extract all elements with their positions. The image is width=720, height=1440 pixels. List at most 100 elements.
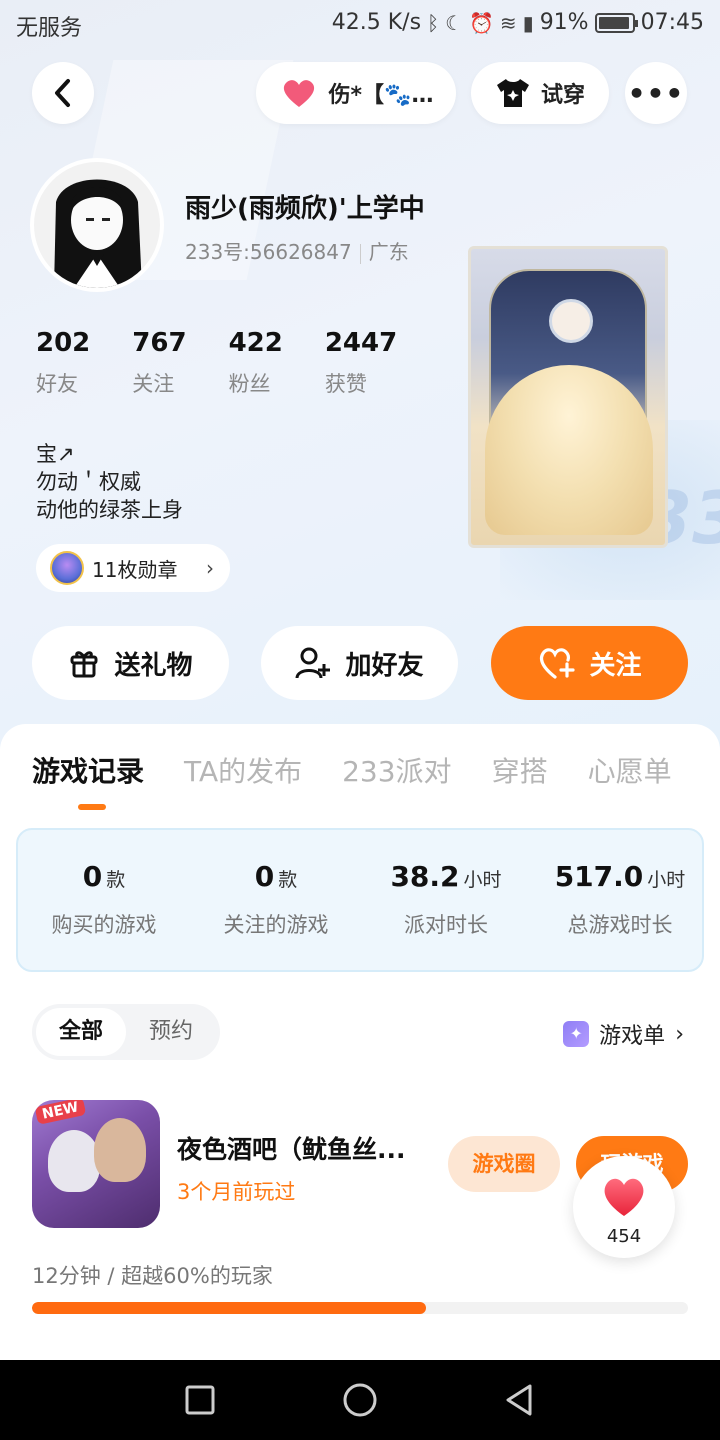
- heart-icon: [283, 80, 314, 107]
- add-friend-button[interactable]: 加好友: [261, 626, 458, 700]
- stat-value: 0: [82, 860, 103, 893]
- stat-purchased-games: 0款 购买的游戏: [40, 860, 168, 939]
- clock: 07:45: [640, 10, 704, 35]
- profile-tabs: 游戏记录 TA的发布 233派对 穿搭 心愿单: [32, 750, 672, 790]
- avatar[interactable]: [30, 158, 164, 292]
- last-played: 3个月前玩过: [177, 1180, 296, 1204]
- stat-following[interactable]: 767 关注: [132, 328, 186, 398]
- stat-fans[interactable]: 422 粉丝: [229, 328, 283, 398]
- network-speed: 42.5 K/s: [331, 10, 422, 35]
- like-button[interactable]: 454: [573, 1156, 675, 1258]
- stat-label: 获赞: [324, 372, 367, 396]
- chevron-right-icon: ›: [675, 1021, 684, 1047]
- battery-icon: [594, 12, 638, 33]
- back-button[interactable]: [32, 62, 94, 124]
- filter-reserve[interactable]: 预约: [126, 1008, 216, 1056]
- game-stats-box: 0款 购买的游戏 0款 关注的游戏 38.2 小时 派对时长 517.0 小时 总游…: [16, 828, 704, 972]
- more-dots-icon: •••: [627, 76, 685, 110]
- like-count: 454: [606, 1226, 642, 1247]
- playtime-text: 12分钟 / 超越60%的玩家: [32, 1264, 273, 1288]
- game-list-link[interactable]: ✦ 游戏单 ›: [563, 1018, 684, 1050]
- playtime-progress: [32, 1302, 688, 1314]
- send-gift-button[interactable]: 送礼物: [32, 626, 229, 700]
- badges-label: 11枚勋章: [92, 557, 178, 582]
- back-nav-icon[interactable]: [500, 1380, 540, 1420]
- stat-number: 767: [132, 328, 187, 358]
- follow-label: 关注: [589, 650, 642, 681]
- home-icon[interactable]: [340, 1380, 380, 1420]
- stat-party-hours: 38.2 小时 派对时长: [382, 860, 510, 939]
- stat-unit: 小时: [463, 869, 502, 891]
- stat-value: 38.2: [390, 860, 460, 893]
- try-on-button[interactable]: 试穿: [471, 62, 609, 124]
- system-nav-bar: [0, 1360, 720, 1440]
- stat-followed-games: 0款 关注的游戏: [212, 860, 340, 939]
- game-filter: 全部 预约: [32, 1004, 220, 1060]
- carrier-text: 无服务: [16, 16, 83, 41]
- game-list-label: 游戏单: [599, 1024, 666, 1049]
- stat-number: 2447: [324, 328, 398, 358]
- stat-label: 购买的游戏: [51, 913, 157, 937]
- progress-fill: [32, 1302, 426, 1314]
- recents-icon[interactable]: [180, 1380, 220, 1420]
- stat-label: 粉丝: [228, 372, 271, 396]
- filter-all[interactable]: 全部: [36, 1008, 126, 1056]
- tab-party[interactable]: 233派对: [342, 750, 451, 790]
- stat-total-hours: 517.0 小时 总游戏时长: [546, 860, 694, 939]
- content-panel: 游戏记录 TA的发布 233派对 穿搭 心愿单 0款 购买的游戏 0款 关注的游…: [0, 724, 720, 1360]
- bio-line: 勿动＇权威: [36, 470, 141, 494]
- tab-indicator: [78, 804, 106, 810]
- medal-icon: [50, 551, 84, 585]
- wifi-icon: ≋: [499, 10, 517, 35]
- add-friend-label: 加好友: [345, 650, 424, 681]
- game-title: 夜色酒吧（鱿鱼丝...: [177, 1135, 406, 1164]
- try-on-label: 试穿: [540, 83, 585, 108]
- stat-label: 总游戏时长: [567, 913, 673, 937]
- stat-number: 422: [228, 328, 283, 358]
- tshirt-icon: [496, 79, 529, 107]
- stat-label: 好友: [36, 372, 78, 396]
- user-id: 233号:56626847: [185, 240, 352, 264]
- avatar-image: [34, 162, 160, 288]
- stat-unit: 小时: [647, 869, 686, 891]
- tab-posts[interactable]: TA的发布: [184, 750, 302, 790]
- stat-likes[interactable]: 2447 获赞: [325, 328, 397, 398]
- follow-button[interactable]: 关注: [491, 626, 688, 700]
- badges-button[interactable]: 11枚勋章 ›: [36, 544, 230, 592]
- bluetooth-icon: ᛒ: [427, 10, 440, 35]
- heart-plus-icon: [540, 648, 576, 679]
- stat-unit: 款: [278, 869, 298, 891]
- stat-value: 0: [254, 860, 275, 893]
- status-bar: 无服务 42.5 K/s ᛒ ☾ ⏰ ≋ ▮ 91% 07:45: [0, 0, 720, 50]
- moon-icon: ☾: [445, 10, 463, 35]
- game-circle-button[interactable]: 游戏圈: [448, 1136, 560, 1192]
- user-id-location: 233号:56626847 广东: [185, 236, 409, 265]
- stat-label: 派对时长: [404, 913, 488, 937]
- avatar-outfit-figure[interactable]: [468, 246, 668, 548]
- signal-icon: ▮: [522, 10, 534, 35]
- relationship-pill[interactable]: 伤*【🐾…: [256, 62, 456, 124]
- chevron-left-icon: [55, 79, 70, 107]
- heart-icon: [604, 1178, 644, 1216]
- new-badge: NEW: [34, 1100, 87, 1125]
- stat-label: 关注的游戏: [223, 913, 329, 937]
- gift-icon: [70, 651, 98, 678]
- tab-wishlist[interactable]: 心愿单: [588, 750, 672, 790]
- stat-friends[interactable]: 202 好友: [36, 328, 90, 398]
- stat-label: 关注: [132, 372, 175, 396]
- more-button[interactable]: •••: [625, 62, 687, 124]
- game-icon[interactable]: NEW: [32, 1100, 160, 1228]
- tab-outfits[interactable]: 穿搭: [492, 750, 548, 790]
- stat-number: 202: [36, 328, 91, 358]
- stat-value: 517.0: [554, 860, 644, 893]
- profile-stats: 202 好友 767 关注 422 粉丝 2447 获赞: [36, 328, 439, 398]
- location: 广东: [368, 240, 409, 264]
- bio-line: 宝↗: [36, 442, 75, 466]
- add-user-icon: [295, 647, 331, 679]
- battery-percent: 91%: [539, 10, 589, 35]
- tab-game-records[interactable]: 游戏记录: [32, 750, 144, 790]
- sparkle-icon: ✦: [563, 1021, 590, 1047]
- send-gift-label: 送礼物: [114, 650, 193, 681]
- bio-line: 动他的绿茶上身: [36, 498, 183, 522]
- bio: 宝↗ 勿动＇权威 动他的绿茶上身: [36, 440, 183, 524]
